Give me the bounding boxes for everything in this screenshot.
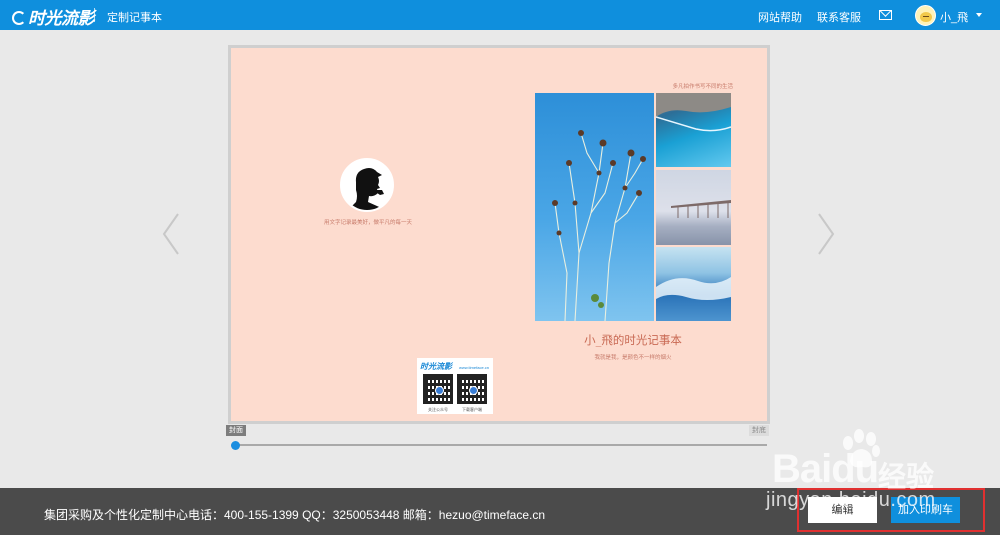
logo-text: 时光流影 xyxy=(28,9,95,28)
page-title: 定制记事本 xyxy=(107,12,162,24)
qr-logo: 时光流影 xyxy=(420,362,452,371)
header-divider xyxy=(94,8,95,22)
page-slider-track[interactable] xyxy=(235,444,767,446)
qr-url: www.timeface.cn xyxy=(459,365,490,370)
cover-subtitle: 我就是我，是颜色不一样的烟火 xyxy=(594,355,672,361)
site-logo[interactable]: 时光流影 xyxy=(12,4,95,29)
nav-help-link[interactable]: 网站帮助 xyxy=(758,9,802,25)
slider-end-label: 封底 xyxy=(749,425,769,436)
qr-code-icon xyxy=(423,374,453,404)
cover-photo-plants xyxy=(535,93,654,321)
back-cover-quote: 用文字记录最美好，做平凡的每一天 xyxy=(323,220,412,226)
logo-mark-icon xyxy=(12,11,26,25)
qr-code-icon xyxy=(457,374,487,404)
avatar[interactable] xyxy=(915,5,936,26)
previous-page-arrow[interactable] xyxy=(162,212,180,256)
top-bar: 时光流影 定制记事本 网站帮助 联系客服 小_飛 xyxy=(0,0,1000,30)
mail-icon[interactable] xyxy=(879,10,892,20)
username[interactable]: 小_飛 xyxy=(940,9,968,25)
cover-photo-pier xyxy=(656,170,731,245)
watermark-brand: Baidu xyxy=(772,447,879,491)
highlight-box xyxy=(797,488,985,532)
cover-title: 小_飛的时光记事本 xyxy=(584,333,682,347)
qr-card: 时光流影 www.timeface.cn 关注公众号 下载客户端 xyxy=(417,358,493,414)
next-page-arrow[interactable] xyxy=(817,212,835,256)
contact-info: 集团采购及个性化定制中心电话：400-155-1399 QQ：325005344… xyxy=(44,508,546,522)
slider-start-label: 封面 xyxy=(226,425,246,436)
paw-icon xyxy=(843,429,880,468)
qr-caption-left: 关注公众号 xyxy=(428,407,448,412)
cover-photo-wave xyxy=(656,247,731,321)
page-slider-handle[interactable] xyxy=(231,441,240,450)
book-preview: 用文字记录最美好，做平凡的每一天 时光流影 www.timeface.cn 关注… xyxy=(228,45,770,424)
qr-caption-right: 下载客户端 xyxy=(462,407,482,412)
cover-photo-sea xyxy=(656,93,731,167)
cover-tagline: 多凡拍作书写不同的生活 xyxy=(672,84,733,90)
chevron-down-icon[interactable] xyxy=(976,13,982,17)
back-cover-silhouette-image xyxy=(340,158,394,212)
nav-service-link[interactable]: 联系客服 xyxy=(817,9,861,25)
